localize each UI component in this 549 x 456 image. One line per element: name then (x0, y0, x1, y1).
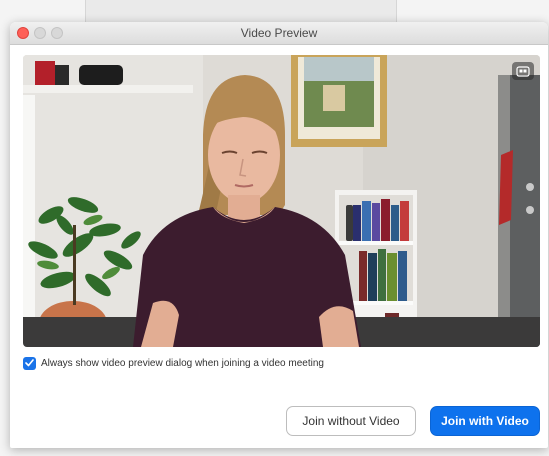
camera-switch-icon[interactable] (512, 62, 534, 80)
always-show-preview-checkbox[interactable] (23, 356, 36, 370)
title-bar[interactable]: Video Preview (10, 22, 548, 45)
join-without-video-button[interactable]: Join without Video (286, 406, 416, 436)
always-show-preview-label: Always show video preview dialog when jo… (41, 357, 324, 369)
window-title: Video Preview (240, 26, 318, 40)
join-with-video-button[interactable]: Join with Video (430, 406, 540, 436)
video-preview-window: Video Preview Always show video preview … (10, 22, 548, 448)
always-show-preview-option[interactable]: Always show video preview dialog when jo… (23, 355, 324, 371)
checkmark-icon (25, 359, 34, 367)
camera-preview (23, 55, 540, 347)
background-window-strip (85, 0, 397, 22)
camera-frame (23, 55, 540, 347)
